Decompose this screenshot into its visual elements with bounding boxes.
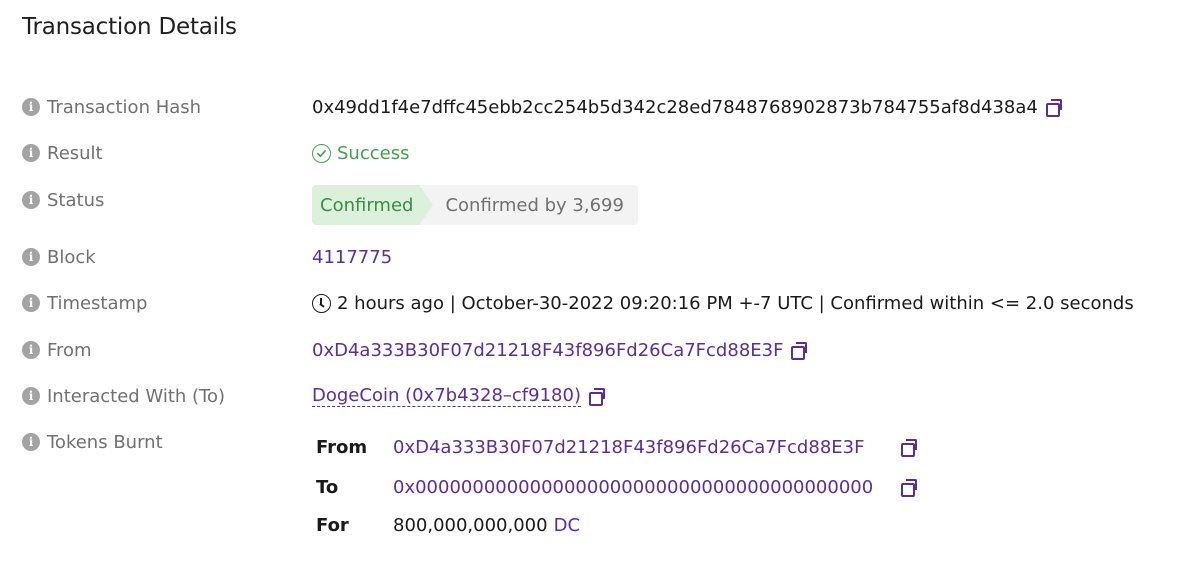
timestamp-value: 2 hours ago | October-30-2022 09:20:16 P… [337, 292, 1134, 314]
row-interacted-with: i Interacted With (To) DogeCoin (0x7b432… [22, 381, 605, 411]
clock-icon [312, 293, 331, 313]
info-icon[interactable]: i [22, 248, 40, 266]
copy-icon[interactable] [791, 342, 808, 360]
row-status: i Status [22, 185, 312, 215]
tokens-to-key: To [316, 476, 339, 498]
from-address-link[interactable]: 0xD4a333B30F07d21218F43f896Fd26Ca7Fcd88E… [312, 340, 783, 361]
tokens-from-address-link[interactable]: 0xD4a333B30F07d21218F43f896Fd26Ca7Fcd88E… [393, 437, 901, 458]
field-label: Timestamp [47, 292, 148, 314]
transaction-hash-value: 0x49dd1f4e7dffc45ebb2cc254b5d342c28ed784… [312, 96, 1038, 118]
tokens-from-key: From [316, 436, 368, 458]
tokens-burnt-from-row: From 0xD4a333B30F07d21218F43f896Fd26Ca7F… [316, 432, 917, 462]
status-badges: Confirmed Confirmed by 3,699 [312, 185, 638, 225]
token-symbol-link[interactable]: DC [554, 515, 580, 536]
copy-icon[interactable] [901, 439, 917, 457]
row-result: i Result Success [22, 138, 409, 168]
tokens-to-address-link[interactable]: 0x00000000000000000000000000000000000000… [393, 477, 901, 498]
check-circle-icon [312, 143, 331, 163]
info-icon[interactable]: i [22, 294, 40, 312]
copy-icon[interactable] [901, 479, 917, 497]
tokens-for-key: For [316, 514, 349, 536]
info-icon[interactable]: i [22, 98, 40, 116]
field-label: Tokens Burnt [47, 431, 163, 453]
confirmations-badge: Confirmed by 3,699 [419, 185, 638, 225]
field-label: From [47, 339, 92, 361]
field-label: Block [47, 246, 96, 268]
page-title: Transaction Details [22, 14, 237, 40]
copy-icon[interactable] [1045, 99, 1062, 117]
row-tokens-burnt: i Tokens Burnt [22, 427, 312, 457]
info-icon[interactable]: i [22, 341, 40, 359]
info-icon[interactable]: i [22, 191, 40, 209]
tokens-burnt-to-row: To 0x00000000000000000000000000000000000… [316, 472, 917, 502]
tokens-burnt-amount-row: For 800,000,000,000 DC [316, 510, 580, 540]
field-label: Status [47, 189, 105, 211]
row-block: i Block 4117775 [22, 242, 392, 272]
info-icon[interactable]: i [22, 387, 40, 405]
field-label: Transaction Hash [47, 96, 202, 118]
row-timestamp: i Timestamp 2 hours ago | October-30-202… [22, 288, 1134, 318]
contract-link[interactable]: DogeCoin (0x7b4328–cf9180) [312, 385, 581, 407]
status-badge: Confirmed [312, 185, 422, 225]
copy-icon[interactable] [588, 388, 605, 406]
field-label: Result [47, 142, 103, 164]
token-amount: 800,000,000,000 [393, 514, 548, 536]
result-value: Success [337, 142, 410, 164]
row-transaction-hash: i Transaction Hash 0x49dd1f4e7dffc45ebb2… [22, 92, 1062, 122]
info-icon[interactable]: i [22, 144, 40, 162]
row-from: i From 0xD4a333B30F07d21218F43f896Fd26Ca… [22, 335, 808, 365]
info-icon[interactable]: i [22, 433, 40, 451]
block-link[interactable]: 4117775 [312, 247, 392, 268]
field-label: Interacted With (To) [47, 385, 226, 407]
